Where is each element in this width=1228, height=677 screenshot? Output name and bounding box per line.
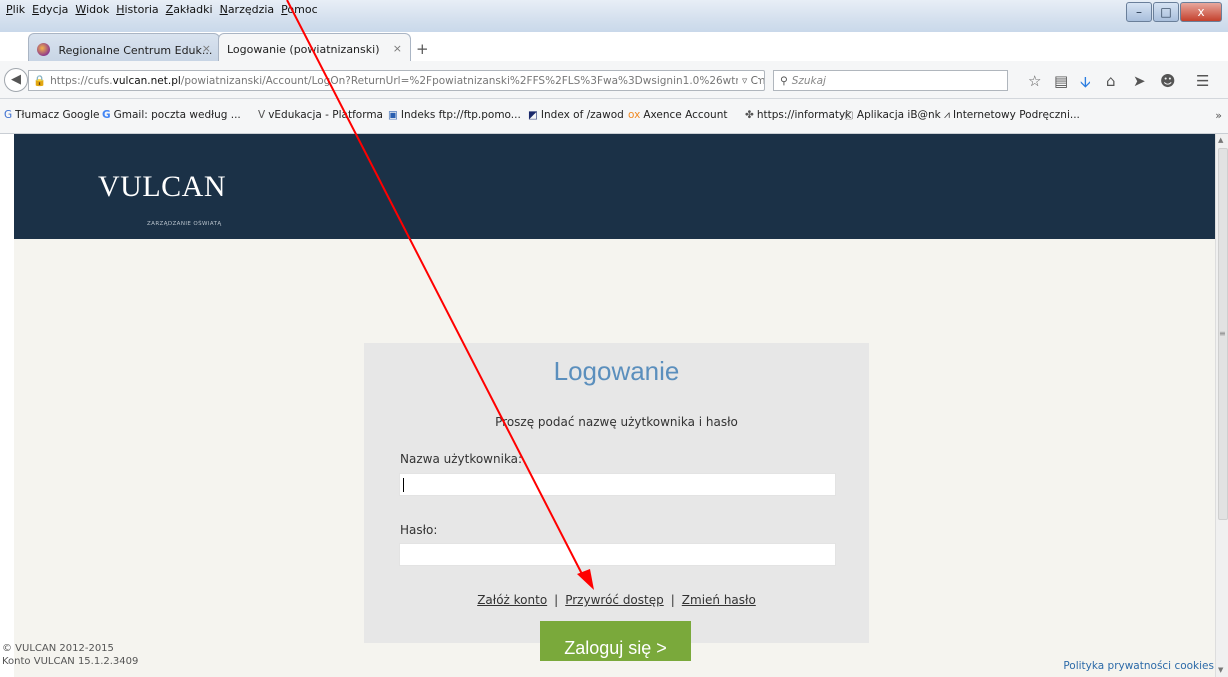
star-bookmark-icon[interactable]: ☆	[1028, 72, 1041, 90]
url-domain: vulcan.net.pl	[112, 75, 181, 87]
site-favicon-icon	[37, 43, 50, 56]
informatyk-icon: ✤	[745, 109, 754, 121]
tab-label: Regionalne Centrum Eduk...	[58, 44, 213, 57]
bookmark-label: Internetowy Podręczni...	[952, 109, 1080, 121]
page-content: VULCAN ZARZĄDZANIE OŚWIATĄ Logowanie Pro…	[14, 134, 1216, 677]
minimize-button[interactable]: –	[1126, 2, 1152, 22]
login-prompt: Proszę podać nazwę użytkownika i hasło	[495, 415, 738, 429]
site-header: VULCAN ZARZĄDZANIE OŚWIATĄ	[14, 134, 1216, 239]
window-menubar: Plik Edycja Widok Historia Zakładki Narz…	[0, 0, 1228, 32]
chat-icon[interactable]: ☻	[1160, 72, 1176, 90]
url-path: /powiatnizanski/Account/LogOn?ReturnUrl=…	[180, 75, 765, 87]
menu-narzedzia[interactable]: Narzędzia	[220, 3, 275, 16]
register-link[interactable]: Załóż konto	[477, 593, 547, 607]
menu-list: Plik Edycja Widok Historia Zakładki Narz…	[6, 3, 325, 16]
bookmark-index-zawod[interactable]: ◩ Index of /zawod	[528, 109, 624, 121]
ftp-icon: ▣	[388, 109, 398, 121]
maximize-button[interactable]: □	[1153, 2, 1179, 22]
navigation-toolbar: ◀ 🔒 https://cufs.vulcan.net.pl/powiatniza…	[0, 61, 1228, 99]
vulcan-logo[interactable]: VULCAN	[98, 170, 226, 204]
menu-widok[interactable]: Widok	[75, 3, 109, 16]
bookmarks-toolbar: G Tłumacz Google G Gmail: poczta według ..…	[0, 99, 1228, 134]
vedukacja-icon: V	[258, 109, 266, 121]
search-icon: ⚲	[780, 75, 788, 87]
link-separator: |	[554, 593, 559, 607]
bookmark-label: Tłumacz Google	[15, 109, 100, 121]
menu-historia[interactable]: Historia	[116, 3, 158, 16]
bookmark-label: Gmail: poczta według ...	[113, 109, 241, 121]
bookmark-indeks-ftp[interactable]: ▣ Indeks ftp://ftp.pomo...	[388, 109, 521, 121]
bookmark-tlumacz-google[interactable]: G Tłumacz Google	[4, 109, 100, 121]
link-separator: |	[670, 593, 675, 607]
tab-label: Logowanie (powiatnizanski)	[227, 43, 380, 56]
footer-version: Konto VULCAN 15.1.2.3409	[2, 656, 139, 667]
lock-icon: 🔒	[33, 75, 47, 87]
login-button[interactable]: Zaloguj się >	[540, 621, 691, 661]
menu-plik[interactable]: Plik	[6, 3, 25, 16]
new-tab-button[interactable]: +	[416, 40, 429, 58]
axence-icon: ox	[628, 109, 641, 121]
reload-icon[interactable]: ▿ C	[738, 71, 758, 90]
search-input[interactable]: ⚲ Szukaj	[773, 70, 1008, 91]
bookmark-gmail[interactable]: G Gmail: poczta według ...	[102, 109, 241, 121]
bookmarks-overflow-icon[interactable]: »	[1215, 109, 1222, 122]
google-translate-icon: G	[4, 109, 13, 121]
download-arrow-icon[interactable]: 🡫	[1080, 72, 1091, 97]
bookmark-vedukacja[interactable]: VvEdukacja - Platforma	[258, 109, 383, 121]
bookmark-label: Aplikacja iB@nk	[856, 109, 941, 121]
menu-edycja[interactable]: Edycja	[32, 3, 68, 16]
vertical-scrollbar[interactable]: ▲ ≡ ▼	[1215, 134, 1228, 677]
url-prefix: https://cufs.	[50, 75, 113, 87]
page-footer: © VULCAN 2012-2015 Konto VULCAN 15.1.2.3…	[2, 642, 138, 668]
address-bar[interactable]: 🔒 https://cufs.vulcan.net.pl/powiatnizans…	[28, 70, 765, 91]
change-password-link[interactable]: Zmień hasło	[682, 593, 756, 607]
username-field[interactable]	[399, 473, 836, 496]
bookmark-ibank[interactable]: ▢ Aplikacja iB@nk	[844, 109, 941, 121]
podrecznik-icon: ⩘	[944, 109, 950, 121]
scroll-grip-icon: ≡	[1219, 329, 1226, 338]
bookmark-label: https://informatyk	[756, 109, 852, 121]
hamburger-menu-icon[interactable]: ☰	[1196, 72, 1209, 90]
bookmark-informatyk[interactable]: ✤ https://informatyk	[745, 109, 851, 121]
text-caret	[403, 478, 404, 492]
username-label: Nazwa użytkownika:	[400, 452, 523, 466]
password-label: Hasło:	[400, 523, 438, 537]
scroll-down-icon[interactable]: ▼	[1218, 666, 1223, 674]
login-card: Logowanie Proszę podać nazwę użytkownika…	[364, 343, 869, 661]
restore-access-link[interactable]: Przywróć dostęp	[565, 593, 664, 607]
tab-close-icon[interactable]: ×	[202, 42, 211, 55]
privacy-policy-link[interactable]: Polityka prywatności cookies	[1063, 660, 1214, 672]
back-arrow-icon[interactable]: ◀	[4, 68, 28, 92]
reading-list-icon[interactable]: ▤	[1054, 72, 1068, 90]
send-tab-icon[interactable]: ➤	[1133, 72, 1146, 90]
tab-close-icon[interactable]: ×	[393, 42, 402, 55]
account-links: Załóż konto | Przywróć dostęp | Zmień hasło	[364, 593, 869, 607]
logo-tagline: ZARZĄDZANIE OŚWIATĄ	[147, 221, 222, 227]
tab-logowanie[interactable]: Logowanie (powiatnizanski) ×	[218, 33, 411, 61]
scroll-up-icon[interactable]: ▲	[1218, 136, 1223, 144]
bookmark-podrecznik[interactable]: ⩘ Internetowy Podręczni...	[944, 109, 1080, 122]
bookmark-label: Axence Account	[643, 109, 728, 121]
bookmark-axence[interactable]: ox Axence Account	[628, 109, 727, 121]
index-icon: ◩	[528, 109, 538, 121]
close-window-button[interactable]: x	[1180, 2, 1222, 22]
menu-zakladki[interactable]: Zakładki	[166, 3, 213, 16]
bookmark-label: Index of /zawod	[540, 109, 624, 121]
search-placeholder: Szukaj	[791, 75, 826, 87]
home-icon[interactable]: ⌂	[1106, 72, 1116, 90]
tab-regionalne-centrum[interactable]: Regionalne Centrum Eduk... ×	[28, 33, 220, 61]
menu-pomoc[interactable]: Pomoc	[281, 3, 317, 16]
google-icon: G	[102, 109, 111, 121]
page-left-gutter	[0, 134, 14, 677]
bookmark-label: Indeks ftp://ftp.pomo...	[400, 109, 521, 121]
window-controls: – □ x	[1126, 2, 1222, 22]
password-field[interactable]	[399, 543, 836, 566]
bookmark-label: vEdukacja - Platforma	[268, 109, 383, 121]
footer-copyright: © VULCAN 2012-2015	[2, 643, 114, 654]
page-icon: ▢	[844, 109, 854, 121]
page-title: Logowanie	[553, 356, 680, 386]
